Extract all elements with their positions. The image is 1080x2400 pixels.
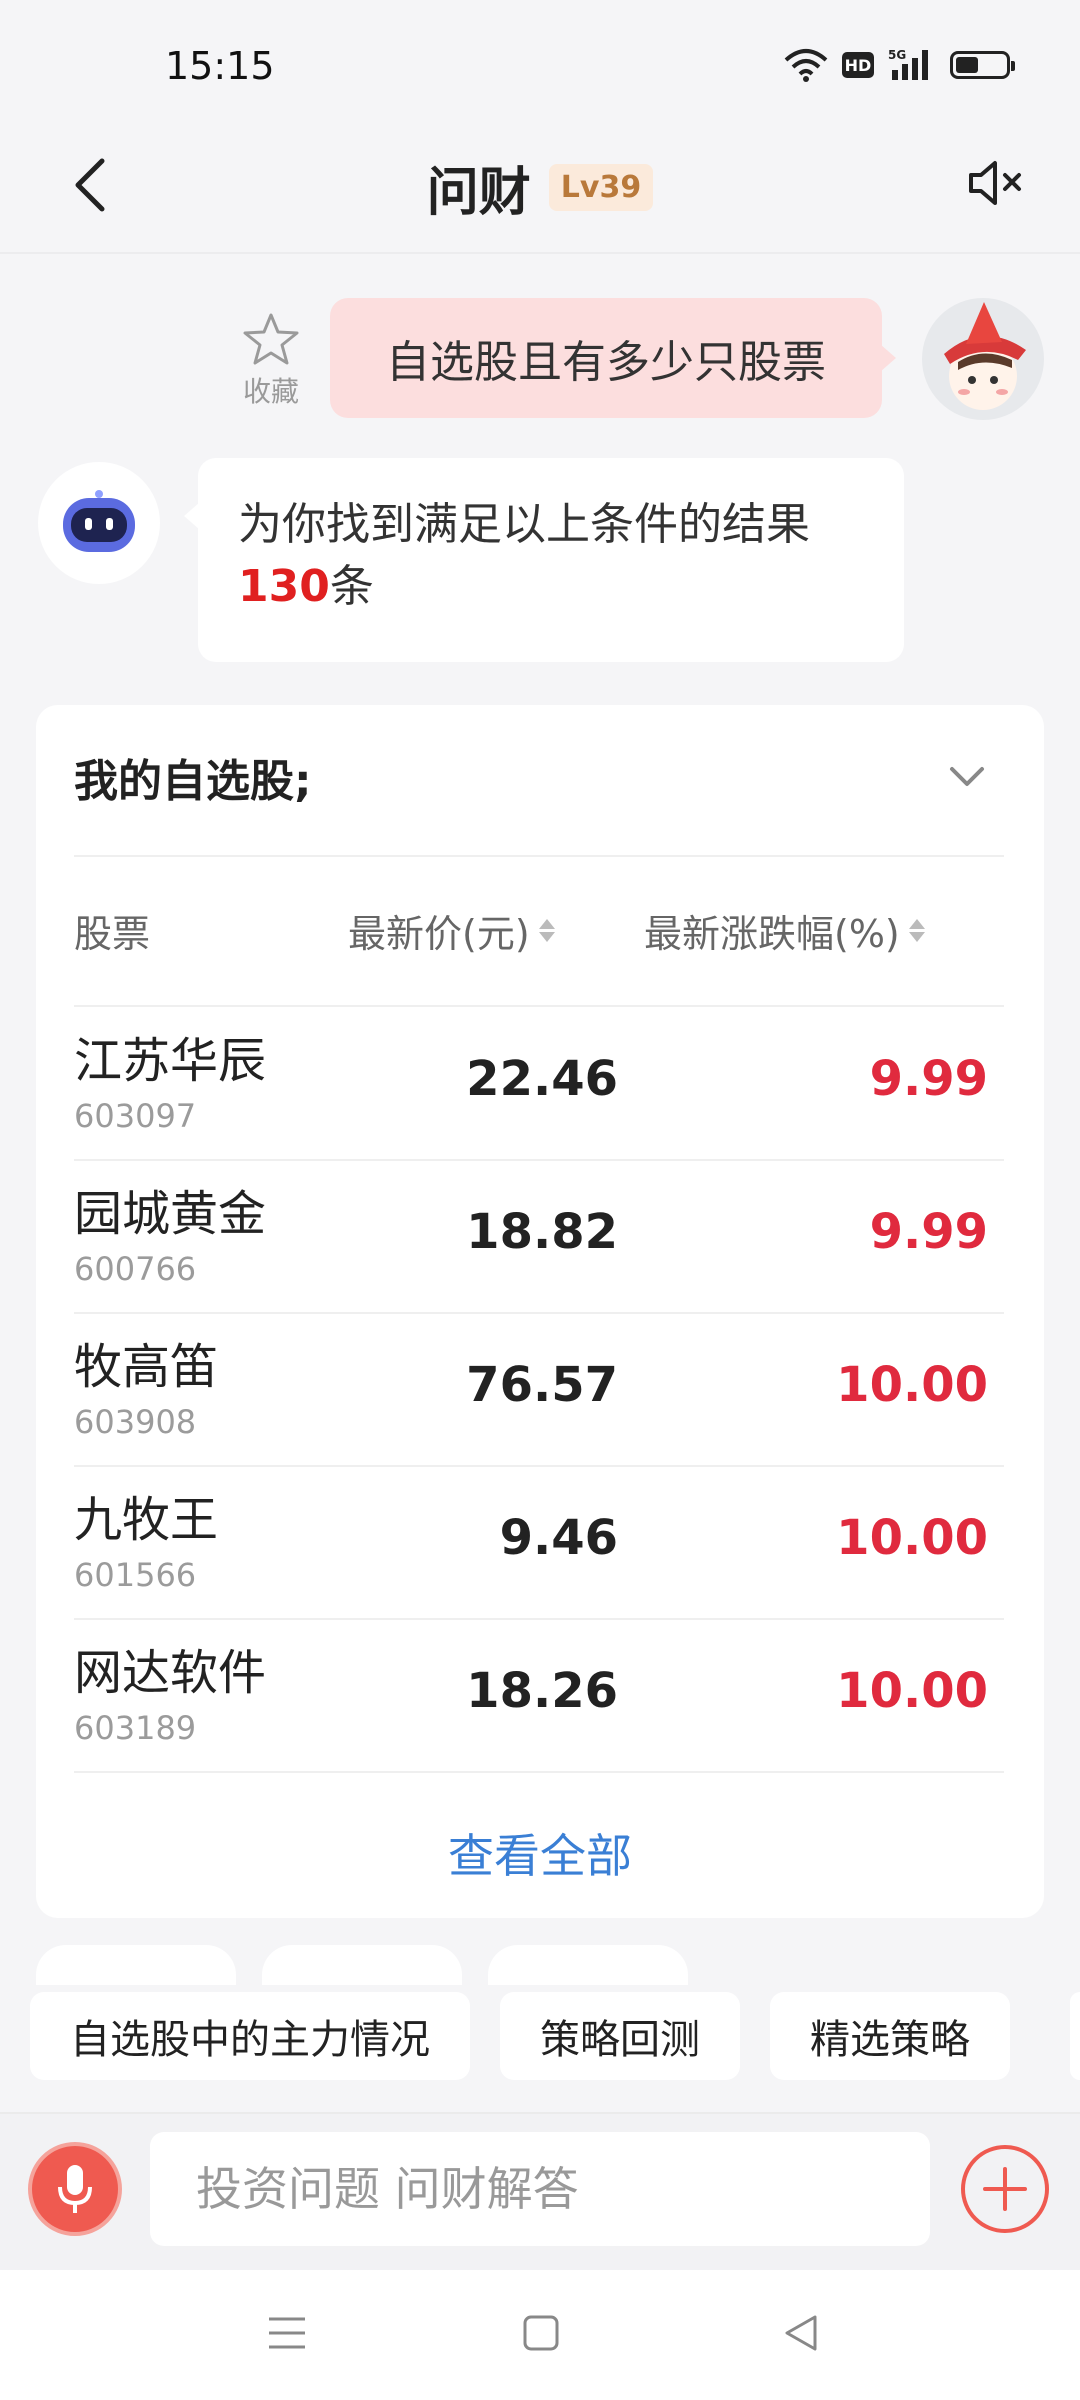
status-time: 15:15 — [165, 44, 275, 88]
table-row[interactable]: 牧高笛 603908 76.57 10.00 — [74, 1313, 1004, 1467]
suggestion-chip-main-force[interactable]: 自选股中的主力情况 — [30, 1992, 470, 2080]
stock-name: 网达软件 — [74, 1645, 267, 1701]
mute-button[interactable] — [960, 148, 1030, 218]
home-button[interactable] — [516, 2308, 566, 2358]
stock-price: 76.57 — [466, 1357, 618, 1413]
stock-name: 牧高笛 — [74, 1339, 219, 1395]
stock-change: 9.99 — [869, 1051, 988, 1107]
speaker-mute-icon — [969, 161, 1021, 205]
result-count: 130 — [238, 561, 330, 612]
network-label: 5G — [888, 48, 906, 62]
suggestion-chip-backtest[interactable]: 策略回测 — [500, 1992, 740, 2080]
hd-icon: HD — [842, 52, 874, 78]
user-message-bubble[interactable]: 自选股且有多少只股票 — [330, 298, 896, 418]
card-title: 我的自选股; — [74, 756, 312, 807]
bot-message-bubble: 为你找到满足以上条件的结果 130条 — [184, 458, 904, 662]
triangle-back-icon — [785, 2315, 817, 2351]
expand-button[interactable] — [942, 757, 992, 797]
bot-message-text: 为你找到满足以上条件的结果 — [238, 499, 810, 550]
favorite-label: 收藏 — [242, 375, 299, 408]
menu-icon — [269, 2317, 305, 2349]
stock-price: 18.82 — [466, 1204, 618, 1260]
view-all-link[interactable]: 查看全部 — [36, 1820, 1044, 1886]
card-divider — [74, 855, 1004, 857]
stock-change: 9.99 — [869, 1204, 988, 1260]
stock-name: 江苏华辰 — [74, 1033, 267, 1089]
table-row[interactable]: 江苏华辰 603097 22.46 9.99 — [74, 1007, 1004, 1161]
suggestion-chip-partial[interactable] — [1070, 1992, 1080, 2080]
sort-icon — [538, 916, 556, 945]
signal-icon: 5G — [888, 48, 936, 82]
status-icons: HD 5G — [784, 48, 1015, 82]
favorite-button[interactable]: 收藏 — [236, 312, 306, 410]
column-header-price[interactable]: 最新价(元) — [348, 903, 556, 958]
stock-change: 10.00 — [836, 1357, 988, 1413]
chip-ghost — [488, 1945, 688, 1985]
stock-code: 603908 — [74, 1403, 197, 1441]
chip-ghost — [262, 1945, 462, 1985]
system-back-button[interactable] — [776, 2308, 826, 2358]
column-label-stock: 股票 — [74, 912, 151, 956]
page-title: 问财 — [426, 163, 531, 223]
bot-message-suffix: 条 — [329, 561, 374, 612]
stock-change: 10.00 — [836, 1663, 988, 1719]
column-label-change: 最新涨跌幅(%) — [644, 912, 900, 956]
home-square-icon — [523, 2315, 559, 2351]
add-button[interactable] — [958, 2142, 1052, 2236]
column-header-change[interactable]: 最新涨跌幅(%) — [644, 903, 926, 958]
column-header-stock: 股票 — [74, 903, 150, 958]
header-title-group: 问财 Lv39 — [0, 150, 1080, 225]
stock-price: 22.46 — [466, 1051, 618, 1107]
microphone-icon — [58, 2165, 92, 2213]
recent-apps-button[interactable] — [262, 2308, 312, 2358]
stock-code: 601566 — [74, 1556, 197, 1594]
result-card: 我的自选股; 股票 最新价(元) 最新涨跌幅(%) 江苏华辰 603097 22… — [36, 705, 1044, 1918]
stock-price: 9.46 — [499, 1510, 618, 1566]
stock-code: 603189 — [74, 1709, 197, 1747]
bot-avatar — [38, 462, 160, 584]
star-icon — [243, 313, 299, 365]
column-label-price: 最新价(元) — [348, 912, 530, 956]
sort-icon — [908, 916, 926, 945]
table-row[interactable]: 网达软件 603189 18.26 10.00 — [74, 1619, 1004, 1773]
chevron-down-icon — [950, 767, 984, 786]
stock-name: 九牧王 — [74, 1492, 219, 1548]
voice-button[interactable] — [28, 2142, 122, 2236]
table-row[interactable]: 九牧王 601566 9.46 10.00 — [74, 1466, 1004, 1620]
chip-ghost — [36, 1945, 236, 1985]
suggestion-chip-strategy[interactable]: 精选策略 — [770, 1992, 1010, 2080]
question-input[interactable] — [150, 2132, 930, 2246]
stock-code: 603097 — [74, 1097, 197, 1135]
table-row[interactable]: 园城黄金 600766 18.82 9.99 — [74, 1160, 1004, 1314]
level-badge: Lv39 — [548, 164, 654, 211]
suggestion-chips: 自选股中的主力情况 策略回测 精选策略 — [30, 1992, 1010, 2080]
stock-change: 10.00 — [836, 1510, 988, 1566]
stock-name: 园城黄金 — [74, 1186, 267, 1242]
stock-price: 18.26 — [466, 1663, 618, 1719]
plus-circle-icon — [961, 2145, 1049, 2233]
header-divider — [0, 252, 1080, 254]
user-avatar[interactable] — [922, 298, 1044, 420]
hidden-chip-row — [36, 1945, 688, 1985]
battery-icon — [950, 51, 1015, 79]
wifi-icon — [784, 48, 828, 82]
stock-code: 600766 — [74, 1250, 197, 1288]
battery-level — [956, 57, 978, 73]
